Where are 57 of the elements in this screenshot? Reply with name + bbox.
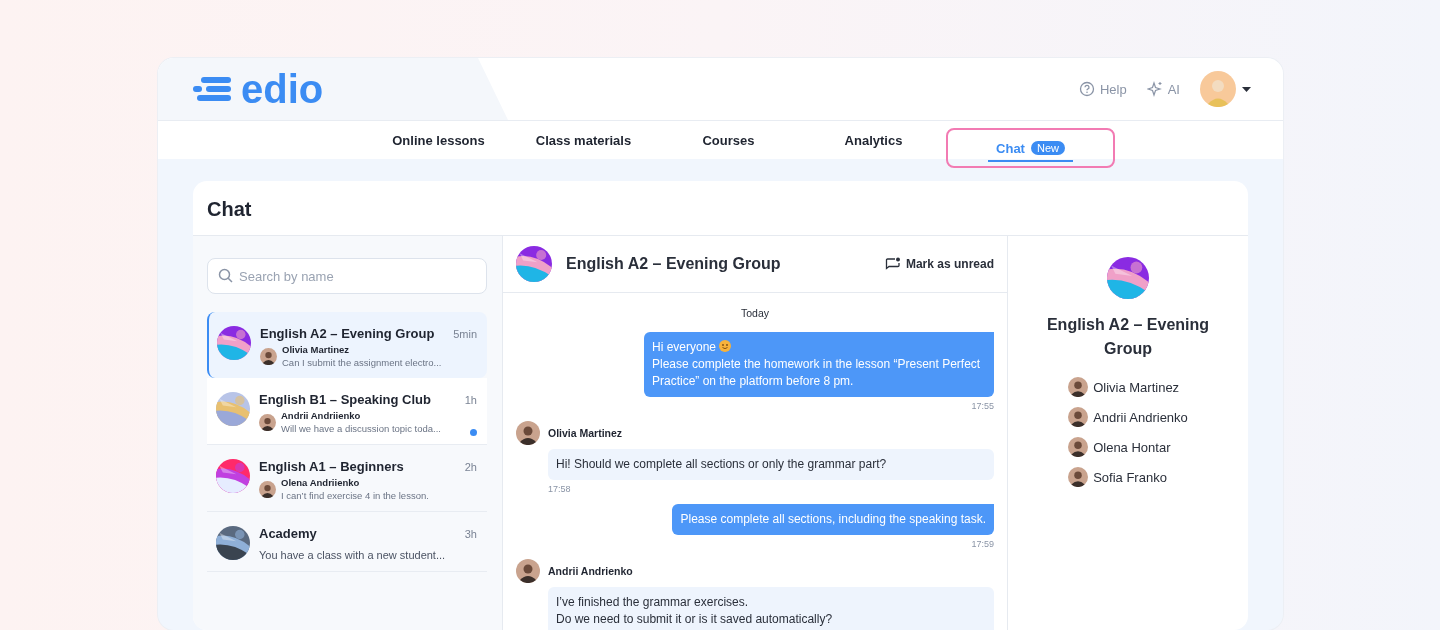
profile-menu[interactable] [1200, 71, 1251, 107]
chat-time: 2h [464, 461, 477, 473]
member-name: Olena Hontar [1093, 439, 1171, 455]
sender-name: Andrii Andriienko [281, 410, 362, 421]
avatar [1068, 467, 1089, 487]
message-preview: I can’t find exercise 4 in the lesson. [281, 490, 429, 501]
avatar [516, 559, 540, 583]
group-name: English A2 – Evening Group [1045, 315, 1211, 359]
member-name: Sofia Franko [1093, 469, 1167, 485]
chat-bubble-icon [884, 257, 901, 271]
avatar [259, 480, 276, 498]
caret-icon [1242, 86, 1251, 92]
logo-icon [193, 75, 231, 103]
mark-unread-button[interactable]: Mark as unread [884, 257, 994, 271]
sender-name: Andrii Andrienko [548, 565, 633, 577]
avatar [1068, 437, 1089, 457]
nav-tab[interactable]: Courses [656, 121, 801, 159]
chat-list-item[interactable]: English B1 – Speaking Club 1h Andrii Andriienko Will we have a discussion topic toda... [207, 378, 487, 445]
chat-name: English A2 – Evening Group [260, 326, 435, 341]
nav-tab[interactable]: Class materials [511, 121, 656, 159]
avatar [260, 347, 277, 365]
logo-text: edio [241, 69, 324, 109]
sender-name: Olivia Martinez [548, 427, 623, 439]
member-name: Andrii Andrienko [1093, 409, 1188, 425]
message-preview: Will we have a discussion topic toda... [281, 423, 441, 434]
search-field[interactable]: Search by name [207, 258, 487, 294]
date-divider: Today [741, 307, 769, 319]
help-icon [1078, 81, 1095, 97]
message-time: 17:55 [971, 401, 994, 411]
message-time: 17:58 [548, 484, 572, 494]
sender-name: Olena Andriienko [281, 477, 361, 488]
nav-tab[interactable]: Analytics [801, 121, 946, 159]
member-name: Olivia Martinez [1093, 379, 1180, 395]
message-bubble: I’ve finished the grammar exercises. Do we need to submit it or is it saved automatically? [548, 587, 994, 630]
chat-time: 3h [464, 528, 477, 540]
message-time: 17:59 [971, 539, 994, 549]
sparkle-icon [1146, 81, 1163, 97]
conversation-title: English A2 – Evening Group [566, 255, 782, 273]
message-preview: You have a class with a new student... [259, 549, 447, 561]
avatar [1068, 377, 1089, 397]
avatar [1200, 71, 1236, 107]
message-bubble: Hi! Should we complete all sections or only the grammar part? [548, 449, 994, 480]
message-bubble: Please complete all sections, including the speaking task. [672, 504, 994, 535]
chat-name: Academy [259, 526, 317, 541]
avatar [516, 421, 540, 445]
chat-list-item[interactable]: English A2 – Evening Group 5min Olivia Martinez Can I submit the assignment electro... [207, 312, 487, 378]
new-badge: New [1030, 141, 1065, 155]
message-preview: Can I submit the assignment electro... [282, 357, 442, 368]
avatar [1068, 407, 1089, 427]
chat-time: 1h [464, 394, 477, 406]
chat-time: 5min [453, 328, 477, 340]
chat-name: English B1 – Speaking Club [259, 392, 431, 407]
message-bubble: Hi everyone Please complete the homework in the lesson “Present Perfect Practice” on the platform before 8 pm. [644, 332, 994, 397]
sender-name: Olivia Martinez [282, 344, 351, 355]
chat-name: English A1 – Beginners [259, 459, 404, 474]
avatar [259, 413, 276, 431]
nav-tab[interactable]: Online lessons [366, 121, 511, 159]
